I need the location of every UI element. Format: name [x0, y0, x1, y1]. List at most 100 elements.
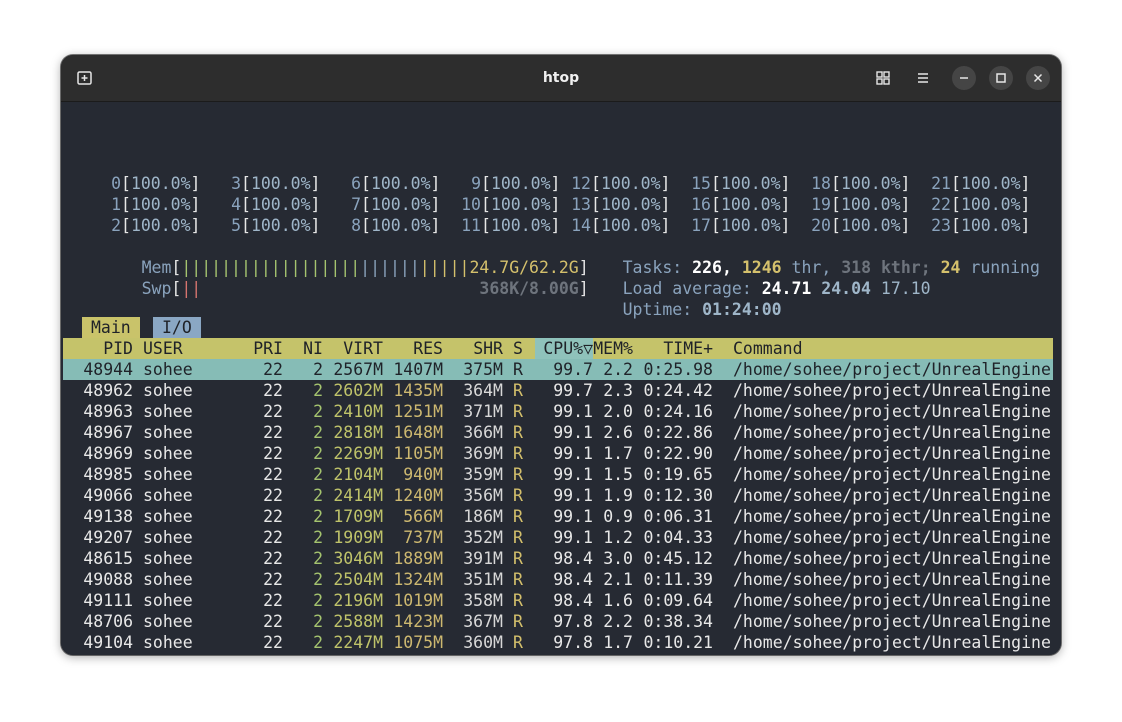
table-cell: 22 — [263, 423, 283, 442]
table-row[interactable]: 49104 sohee 22 2 2247M 1075M 360M R 97.8 1.7 0:10.… — [63, 632, 1053, 653]
table-cell: 2 — [313, 486, 323, 505]
table-cell: 22 — [263, 381, 283, 400]
table-cell: 2.2 — [603, 360, 633, 379]
table-cell: 49088 — [83, 570, 133, 589]
table-cell: /home/sohee/project/UnrealEngine — [733, 423, 1051, 442]
table-cell: 99.1 — [553, 465, 593, 484]
table-cell: /home/sohee/project/UnrealEngine — [733, 591, 1051, 610]
cpu-meter-15: 15[100.0%] — [691, 174, 791, 193]
table-cell: sohee — [143, 423, 193, 442]
table-cell: sohee — [143, 612, 193, 631]
table-cell: 22 — [263, 507, 283, 526]
column-header-9[interactable]: MEM% — [593, 338, 633, 359]
table-cell: 49150 — [73, 653, 133, 655]
column-header-11[interactable]: Command — [733, 338, 1061, 359]
cpu-meter-19: 19[100.0%] — [811, 195, 911, 214]
table-cell: sohee — [143, 465, 193, 484]
tab-io[interactable]: I/O — [153, 317, 201, 338]
table-row[interactable]: 49138 sohee 22 2 1709M 566M 186M R 99.1 0.9 0:06.3… — [63, 506, 1053, 527]
table-cell: 351M — [443, 653, 503, 655]
table-cell: 2.6 — [603, 423, 633, 442]
table-cell: 2.3 — [603, 381, 633, 400]
table-row[interactable]: 48962 sohee 22 2 2602M 1435M 364M R 99.7 2.3 0:24.… — [63, 380, 1053, 401]
minimize-icon[interactable] — [952, 66, 976, 90]
table-row[interactable]: 48944 sohee 22 2 2567M 1407M 375M R 99.7 2.2 0:25.… — [63, 359, 1053, 380]
column-header-2[interactable]: PRI — [233, 338, 283, 359]
table-cell: 360M — [463, 633, 503, 652]
table-cell: sohee — [143, 507, 193, 526]
column-header-7[interactable]: S — [513, 338, 533, 359]
table-cell: 2 — [313, 549, 323, 568]
table-cell: 99.7 — [553, 360, 593, 379]
hamburger-menu-icon[interactable] — [913, 68, 933, 88]
table-row[interactable]: 49207 sohee 22 2 1909M 737M 352M R 99.1 1.2 0:04.3… — [63, 527, 1053, 548]
tab-main[interactable]: Main — [82, 317, 140, 338]
table-cell: 0:06.31 — [643, 507, 713, 526]
table-cell: 0:24.42 — [643, 381, 713, 400]
table-cell: 22 — [263, 591, 283, 610]
table-row[interactable]: 49088 sohee 22 2 2504M 1324M 351M R 98.4 2.1 0:11.… — [63, 569, 1053, 590]
table-cell: 2410M — [333, 402, 383, 421]
table-cell: 2.2 — [603, 612, 633, 631]
column-header-4[interactable]: VIRT — [323, 338, 383, 359]
table-row[interactable]: 48967 sohee 22 2 2818M 1648M 366M R 99.1 2.6 0:22.… — [63, 422, 1053, 443]
cpu-meter-9: 9[100.0%] — [471, 174, 561, 193]
table-cell: 1.6 — [603, 591, 633, 610]
column-header-5[interactable]: RES — [383, 338, 443, 359]
table-cell: 2.1 — [603, 570, 633, 589]
column-header-6[interactable]: SHR — [443, 338, 503, 359]
table-cell: /home/sohee/project/UnrealEngine — [733, 486, 1051, 505]
table-row[interactable]: 48985 sohee 22 2 2104M 940M 359M R 99.1 1.5 0:19.6… — [63, 464, 1053, 485]
close-icon[interactable] — [1026, 66, 1050, 90]
grid-view-icon[interactable] — [873, 68, 893, 88]
table-cell: 98.4 — [553, 591, 593, 610]
table-cell: 2 — [313, 360, 323, 379]
table-cell: /home/sohee/project/UnrealEngine — [733, 360, 1051, 379]
table-cell: 2567M — [333, 360, 383, 379]
cpu-meter-5: 5[100.0%] — [231, 216, 321, 235]
table-cell: /home/sohee/project/UnrealEngine — [733, 381, 1051, 400]
table-cell: 49138 — [83, 507, 133, 526]
table-row[interactable]: 49111 sohee 22 2 2196M 1019M 358M R 98.4 1.6 0:09.… — [63, 590, 1053, 611]
table-cell: R — [513, 591, 523, 610]
table-cell: sohee — [143, 528, 193, 547]
table-cell: sohee — [143, 360, 193, 379]
table-cell: 1240M — [393, 486, 443, 505]
column-header-10[interactable]: TIME+ — [633, 338, 713, 359]
table-cell: 364M — [463, 381, 503, 400]
table-cell: 2 — [313, 465, 323, 484]
cpu-meter-16: 16[100.0%] — [691, 195, 791, 214]
table-cell: 22 — [233, 653, 283, 655]
table-cell: sohee — [143, 486, 193, 505]
table-cell: 22 — [263, 528, 283, 547]
table-row[interactable]: 49066 sohee 22 2 2414M 1240M 356M R 99.1 1.9 0:12.… — [63, 485, 1053, 506]
column-header-1[interactable]: USER — [143, 338, 233, 359]
column-header-0[interactable]: PID — [73, 338, 133, 359]
table-cell: R — [513, 612, 523, 631]
table-cell: 99.1 — [553, 423, 593, 442]
cpu-meter-7: 7[100.0%] — [351, 195, 441, 214]
table-row[interactable]: 48706 sohee 22 2 2588M 1423M 367M R 97.8 2.2 0:38.… — [63, 611, 1053, 632]
table-cell: sohee — [143, 570, 193, 589]
column-header-8[interactable]: CPU%▽ — [533, 338, 593, 359]
table-cell: /home/sohee/project/UnrealEngine — [733, 507, 1051, 526]
terminal-content[interactable]: 0[100.0%] 1[100.0%] 2[100.0%] 3[100.0%] 4[10… — [61, 102, 1061, 655]
table-cell: R — [513, 528, 523, 547]
column-header-3[interactable]: NI — [283, 338, 323, 359]
table-cell: 22 — [263, 570, 283, 589]
table-cell: R — [513, 570, 523, 589]
table-row[interactable]: 48615 sohee 22 2 3046M 1889M 391M R 98.4 3.0 0:45.… — [63, 548, 1053, 569]
terminal-window: htop 0[100.0%] 1[100.0%] 2[100.0%] 3[100.0%… — [61, 55, 1061, 655]
maximize-icon[interactable] — [989, 66, 1013, 90]
table-cell: 2247M — [333, 633, 383, 652]
table-row[interactable]: 49150sohee2221845M672M351MR97.11.10:04.6… — [63, 653, 1053, 655]
table-cell: 2196M — [333, 591, 383, 610]
table-cell: 2 — [313, 507, 323, 526]
table-cell: sohee — [143, 444, 193, 463]
table-cell: 99.1 — [553, 528, 593, 547]
table-cell: /home/sohee/project/UnrealEngine — [733, 465, 1051, 484]
table-cell: 48706 — [83, 612, 133, 631]
table-row[interactable]: 48963 sohee 22 2 2410M 1251M 371M R 99.1 2.0 0:24.… — [63, 401, 1053, 422]
process-table-header[interactable]: PID USER PRI NI VIRT RES SHR S CPU%▽ MEM% TIME+ Com… — [63, 338, 1053, 359]
table-row[interactable]: 48969 sohee 22 2 2269M 1105M 369M R 99.1 1.7 0:22.… — [63, 443, 1053, 464]
